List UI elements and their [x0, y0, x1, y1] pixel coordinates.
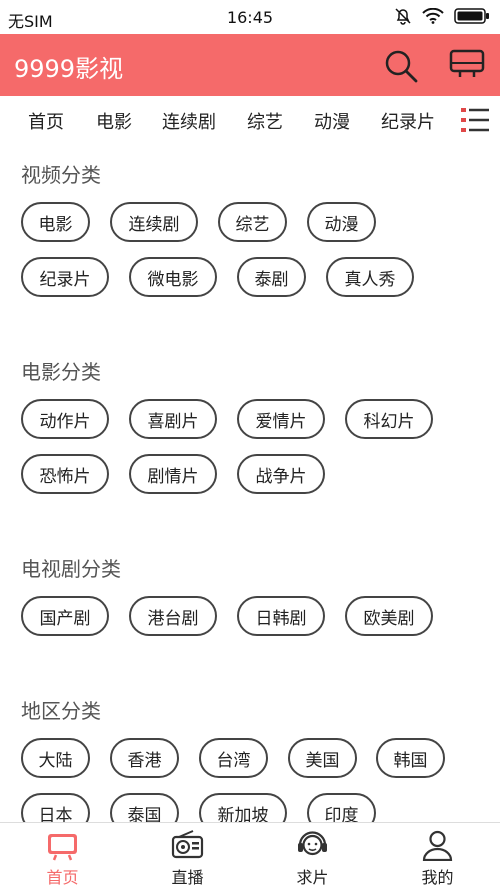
radio-icon — [171, 830, 204, 859]
bottom-nav-home-label: 首页 — [46, 868, 79, 887]
chip-tv-jp-kr[interactable]: 日韩剧 — [237, 596, 325, 636]
bottom-nav-request-label: 求片 — [296, 868, 329, 887]
chip-region-taiwan[interactable]: 台湾 — [199, 738, 268, 778]
tab-movie[interactable]: 电影 — [96, 108, 132, 134]
chip-video-movie[interactable]: 电影 — [21, 202, 90, 242]
chip-region-mainland[interactable]: 大陆 — [21, 738, 90, 778]
bottom-nav: 首页 直播 求片 我的 — [0, 822, 500, 889]
bottom-nav-live[interactable]: 直播 — [125, 823, 250, 889]
section-title-region: 地区分类 — [21, 699, 101, 723]
chip-video-reality[interactable]: 真人秀 — [326, 257, 414, 297]
chip-movie-drama[interactable]: 剧情片 — [129, 454, 217, 494]
tab-home[interactable]: 首页 — [28, 108, 64, 134]
search-icon[interactable] — [383, 48, 419, 84]
status-bar: 无SIM 16:45 — [0, 0, 500, 34]
mute-bell-icon — [394, 7, 412, 29]
user-icon — [422, 830, 453, 861]
chip-movie-horror[interactable]: 恐怖片 — [21, 454, 109, 494]
battery-icon — [454, 8, 490, 28]
chip-movie-war[interactable]: 战争片 — [237, 454, 325, 494]
wifi-icon — [422, 7, 444, 28]
section-title-video: 视频分类 — [21, 163, 101, 187]
chip-video-thai-drama[interactable]: 泰剧 — [237, 257, 306, 297]
status-icons — [394, 7, 490, 29]
chip-tv-western[interactable]: 欧美剧 — [345, 596, 433, 636]
chip-region-usa[interactable]: 美国 — [288, 738, 357, 778]
chip-video-anime[interactable]: 动漫 — [307, 202, 376, 242]
bottom-nav-home[interactable]: 首页 — [0, 823, 125, 889]
section-title-movie: 电影分类 — [21, 360, 101, 384]
section-title-tv: 电视剧分类 — [21, 557, 121, 581]
chip-tv-hk-tw[interactable]: 港台剧 — [129, 596, 217, 636]
category-menu-icon[interactable] — [460, 106, 490, 134]
app-bar: 9999影视 — [0, 34, 500, 96]
chip-video-micro-film[interactable]: 微电影 — [129, 257, 217, 297]
bottom-nav-request[interactable]: 求片 — [250, 823, 375, 889]
bottom-nav-mine[interactable]: 我的 — [375, 823, 500, 889]
chip-tv-domestic[interactable]: 国产剧 — [21, 596, 109, 636]
chip-region-hongkong[interactable]: 香港 — [110, 738, 179, 778]
chip-region-korea[interactable]: 韩国 — [376, 738, 445, 778]
chip-video-documentary[interactable]: 纪录片 — [21, 257, 109, 297]
tab-series[interactable]: 连续剧 — [162, 108, 216, 134]
tv-icon — [48, 834, 77, 861]
chip-movie-romance[interactable]: 爱情片 — [237, 399, 325, 439]
bottom-nav-mine-label: 我的 — [421, 868, 454, 887]
chip-video-series[interactable]: 连续剧 — [110, 202, 198, 242]
chip-movie-scifi[interactable]: 科幻片 — [345, 399, 433, 439]
screen-cast-icon[interactable] — [448, 48, 486, 84]
tab-variety[interactable]: 综艺 — [247, 108, 283, 134]
category-tabs: 首页 电影 连续剧 综艺 动漫 纪录片 — [0, 96, 500, 144]
chip-movie-comedy[interactable]: 喜剧片 — [129, 399, 217, 439]
tab-documentary[interactable]: 纪录片 — [381, 108, 435, 134]
app-title: 9999影视 — [14, 55, 124, 83]
chip-video-variety[interactable]: 综艺 — [218, 202, 287, 242]
bottom-nav-live-label: 直播 — [171, 868, 204, 887]
chip-movie-action[interactable]: 动作片 — [21, 399, 109, 439]
headset-icon — [298, 831, 327, 856]
tab-anime[interactable]: 动漫 — [314, 108, 350, 134]
